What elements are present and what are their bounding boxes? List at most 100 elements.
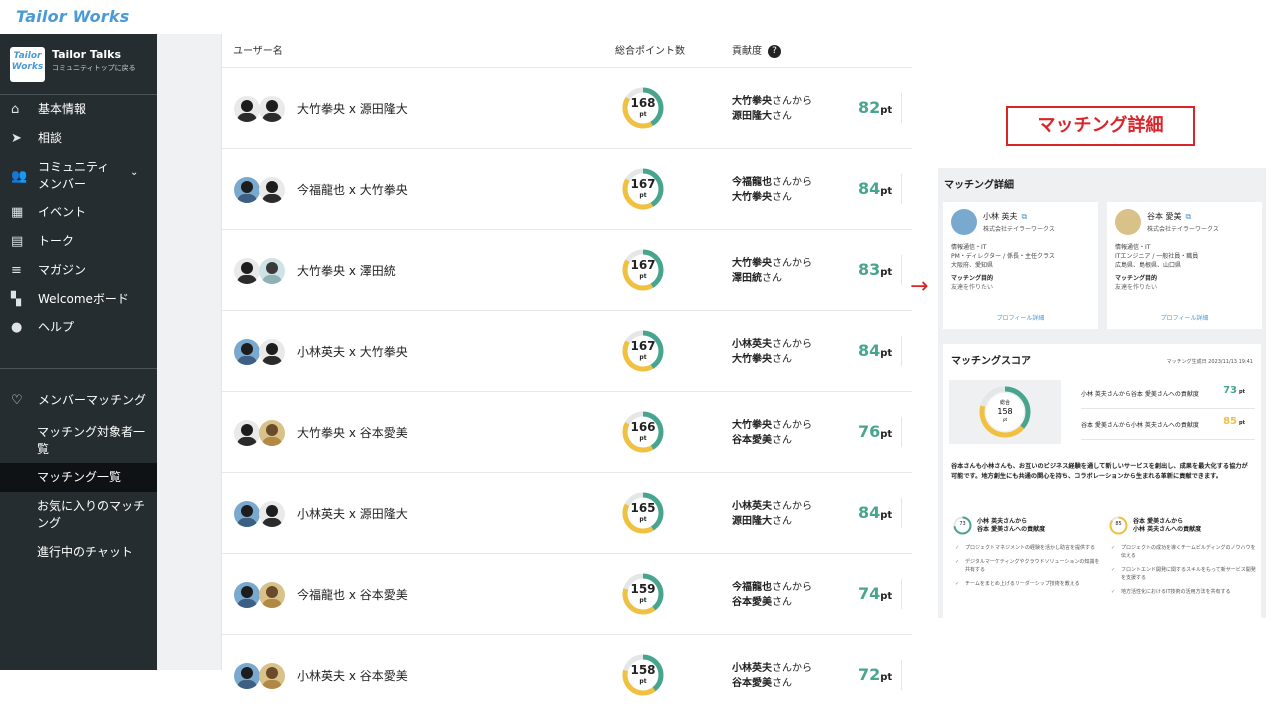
- avatar: [234, 339, 260, 365]
- avatar: [234, 501, 260, 527]
- points-value: 165: [630, 501, 656, 515]
- profile-detail-link[interactable]: プロフィール詳細: [1107, 313, 1262, 322]
- avatar: [234, 258, 260, 284]
- mini-donut-value: 85: [1115, 521, 1122, 527]
- profile-name[interactable]: 谷本 愛美 ⧉: [1147, 211, 1191, 222]
- sidebar-item-member-matching[interactable]: ♡ メンバーマッチング: [0, 386, 157, 414]
- list-item: ✓ 地方活性化におけるIT技術の活用方法を共有する: [1109, 588, 1259, 596]
- score-unit: pt: [880, 105, 893, 116]
- points-value: 167: [630, 258, 656, 272]
- avatar: [234, 177, 260, 203]
- score-value: 83: [858, 260, 881, 279]
- sidebar-item-help[interactable]: ● ヘルプ: [0, 313, 157, 341]
- contribution-number: 85: [1223, 416, 1238, 427]
- sidebar-subitem-matching-list[interactable]: マッチング一覧: [0, 463, 157, 492]
- from-suffix: さんから: [772, 501, 812, 512]
- table-row[interactable]: 小林英夫 x 大竹拳央 167 pt 小林英夫さんから 大竹拳央さん 84pt: [222, 310, 912, 391]
- pair-name[interactable]: 小林英夫 x 源田隆大: [297, 505, 408, 522]
- matching-score-panel: マッチングスコア マッチング生成日 2023/11/13 19:41 総合 15…: [943, 344, 1261, 618]
- points-unit: pt: [639, 435, 647, 442]
- contribution-column-header: 73 小林 英夫さんから 谷本 愛美さんへの貢献度: [953, 516, 1103, 538]
- check-icon: ✓: [1111, 589, 1116, 595]
- points-value: 167: [630, 177, 656, 191]
- to-suffix: さん: [772, 516, 792, 527]
- app-logo[interactable]: Tailor Works: [16, 7, 129, 26]
- from-suffix: さんから: [772, 339, 812, 350]
- community-header[interactable]: Tailor Works Tailor Talks コミュニティトップに戻る: [10, 47, 157, 83]
- top-bar: Tailor Works: [0, 0, 1280, 34]
- sidebar-item-event[interactable]: ▦ イベント: [0, 198, 157, 226]
- help-icon[interactable]: ?: [768, 44, 781, 58]
- score-unit: pt: [880, 591, 893, 602]
- from-user: 小林英夫: [732, 663, 772, 674]
- contribution-text: 今福龍也さんから 大竹拳央さん: [732, 175, 812, 205]
- from-user: 小林英夫: [732, 339, 772, 350]
- pair-name[interactable]: 大竹拳央 x 澤田統: [297, 262, 396, 279]
- community-back-link[interactable]: コミュニティトップに戻る: [52, 63, 136, 73]
- avatar: [234, 420, 260, 446]
- external-link-icon[interactable]: ⧉: [1186, 212, 1192, 221]
- sidebar-item-basic-info[interactable]: ⌂ 基本情報: [0, 95, 157, 123]
- sidebar-item-label: ヘルプ: [38, 319, 75, 334]
- profile-detail-link[interactable]: プロフィール詳細: [943, 313, 1098, 322]
- pair-name[interactable]: 大竹拳央 x 源田隆大: [297, 100, 408, 117]
- sidebar-subitem-matching-targets[interactable]: マッチング対象者一覧: [0, 424, 150, 458]
- row-divider: [901, 498, 902, 528]
- table-row[interactable]: 大竹拳央 x 源田隆大 168 pt 大竹拳央さんから 源田隆大さん 82pt: [222, 67, 912, 148]
- profile-name[interactable]: 小林 英夫 ⧉: [983, 211, 1027, 222]
- contribution-score: 82pt: [858, 98, 892, 117]
- table-row[interactable]: 今福龍也 x 谷本愛美 159 pt 今福龍也さんから 谷本愛美さん 74pt: [222, 553, 912, 634]
- to-user: 源田隆大: [732, 516, 772, 527]
- sidebar-item-magazine[interactable]: ≡ マガジン: [0, 256, 157, 284]
- points-unit: pt: [639, 597, 647, 604]
- points-value: 159: [630, 582, 656, 596]
- points-donut: 158 pt: [620, 652, 666, 698]
- profile-industry: 情報通信・IT: [1115, 244, 1151, 251]
- points-unit: pt: [639, 192, 647, 199]
- check-icon: ✓: [1111, 567, 1116, 573]
- sidebar-item-consult[interactable]: ➤ 相談: [0, 124, 157, 152]
- sidebar-item-welcome-board[interactable]: ▚ Welcomeボード: [0, 285, 157, 313]
- table-row[interactable]: 大竹拳央 x 澤田統 167 pt 大竹拳央さんから 澤田統さん 83pt: [222, 229, 912, 310]
- column-title-line2: 谷本 愛美さんへの貢献度: [977, 526, 1046, 533]
- sidebar-item-members[interactable]: 👥 コミュニティメンバー ⌄: [0, 156, 157, 196]
- row-divider: [901, 93, 902, 123]
- sidebar-subitem-ongoing-chat[interactable]: 進行中のチャット: [0, 544, 157, 561]
- chevron-down-icon[interactable]: ⌄: [130, 167, 138, 178]
- pair-name[interactable]: 大竹拳央 x 谷本愛美: [297, 424, 408, 441]
- external-link-icon[interactable]: ⧉: [1022, 212, 1028, 221]
- list-item-text: プロジェクトマネジメントの経験を活かし助言を提供する: [965, 545, 1096, 551]
- list-item: ✓ プロジェクトマネジメントの経験を活かし助言を提供する: [953, 544, 1103, 552]
- profile-card: 小林 英夫 ⧉ 株式会社テイラーワークス 情報通信・IT PM・ディレクター / …: [943, 202, 1098, 329]
- table-row[interactable]: 小林英夫 x 源田隆大 165 pt 小林英夫さんから 源田隆大さん 84pt: [222, 472, 912, 553]
- avatar: [259, 258, 285, 284]
- to-suffix: さん: [772, 597, 792, 608]
- pair-name[interactable]: 今福龍也 x 大竹拳央: [297, 181, 408, 198]
- table-row[interactable]: 小林英夫 x 谷本愛美 158 pt 小林英夫さんから 谷本愛美さん 72pt: [222, 634, 912, 715]
- sidebar: Tailor Works Tailor Talks コミュニティトップに戻る ⌂…: [0, 34, 157, 670]
- to-suffix: さん: [772, 435, 792, 446]
- sidebar-item-talk[interactable]: ▤ トーク: [0, 227, 157, 255]
- contribution-column: 73 小林 英夫さんから 谷本 愛美さんへの貢献度 ✓ プロジェクトマネジメントの経…: [953, 516, 1103, 588]
- pair-name[interactable]: 小林英夫 x 大竹拳央: [297, 343, 408, 360]
- row-divider: [901, 336, 902, 366]
- contribution-unit: pt: [1239, 389, 1245, 395]
- to-user: 谷本愛美: [732, 597, 772, 608]
- contribution-text: 大竹拳央さんから 源田隆大さん: [732, 94, 812, 124]
- pair-name[interactable]: 今福龍也 x 谷本愛美: [297, 586, 408, 603]
- list-item: ✓ チームをまとめ上げるリーダーシップ技術を教える: [953, 580, 1103, 588]
- column-title-line1: 小林 英夫さんから: [977, 518, 1028, 525]
- mini-donut-value: 73: [959, 521, 966, 527]
- profile-name-text: 谷本 愛美: [1147, 212, 1182, 221]
- to-suffix: さん: [772, 354, 792, 365]
- table-row[interactable]: 大竹拳央 x 谷本愛美 166 pt 大竹拳央さんから 谷本愛美さん 76pt: [222, 391, 912, 472]
- sidebar-subitem-favorite-matching[interactable]: お気に入りのマッチング: [0, 498, 150, 532]
- list-item-text: 地方活性化におけるIT技術の活用方法を共有する: [1121, 589, 1231, 595]
- annotation-title: マッチング詳細: [1006, 106, 1195, 146]
- chat-icon: ▤: [11, 233, 24, 249]
- score-unit: pt: [880, 510, 893, 521]
- row-divider: [901, 255, 902, 285]
- table-row[interactable]: 今福龍也 x 大竹拳央 167 pt 今福龍也さんから 大竹拳央さん 84pt: [222, 148, 912, 229]
- from-user: 小林英夫: [732, 501, 772, 512]
- list-item: ✓ プロジェクトの成功を導くチームビルディングのノウハウを伝える: [1109, 544, 1259, 560]
